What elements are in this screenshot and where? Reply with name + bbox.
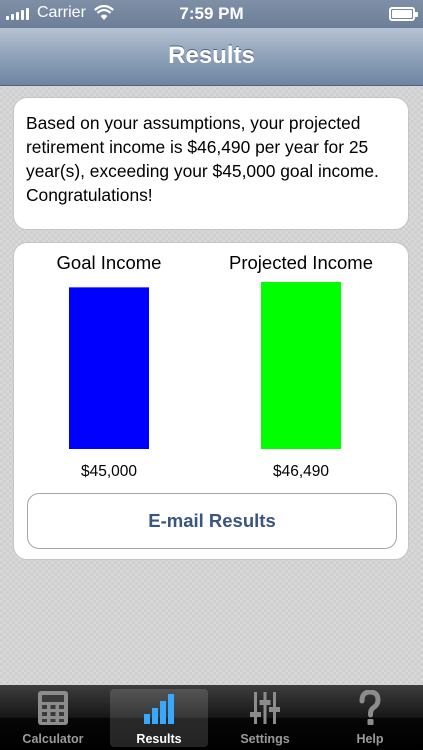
question-icon: [359, 690, 381, 725]
results-message: Based on your assumptions, your projecte…: [26, 113, 379, 205]
category-label: Goal Income: [57, 252, 162, 273]
page-title: Results: [168, 42, 255, 69]
tab-help-label: Help: [356, 732, 384, 746]
tab-help[interactable]: Help: [321, 689, 419, 747]
navigation-bar: Results: [0, 28, 423, 86]
tab-settings[interactable]: Settings: [216, 689, 314, 747]
bar-chart-icon: [144, 694, 174, 724]
tab-results-label: Results: [136, 732, 182, 746]
tab-settings-label: Settings: [240, 732, 290, 746]
sliders-icon: [250, 692, 280, 724]
income-bar: [69, 287, 149, 449]
tab-bar: Calculator Results Settings Help: [0, 685, 423, 750]
income-bar: [261, 282, 341, 449]
tab-results[interactable]: Results: [110, 689, 208, 747]
income-bar-chart: Goal Income $45,000 Projected Income $46,49…: [57, 252, 373, 480]
bar-value-label: $45,000: [81, 463, 137, 480]
bar-value-label: $46,490: [273, 463, 329, 480]
email-results-button[interactable]: E-mail Results: [27, 493, 397, 549]
category-label: Projected Income: [229, 252, 373, 273]
status-bar: Carrier 7:59 PM: [0, 0, 423, 28]
battery-icon: [389, 7, 418, 21]
results-message-box: Based on your assumptions, your projecte…: [13, 97, 409, 230]
tab-calculator-label: Calculator: [22, 732, 84, 746]
income-comparison-card: Goal Income $45,000 Projected Income $46,49…: [13, 242, 409, 560]
calculator-icon: [38, 691, 68, 725]
status-time: 7:59 PM: [179, 4, 244, 23]
tab-calculator[interactable]: Calculator: [4, 689, 102, 747]
